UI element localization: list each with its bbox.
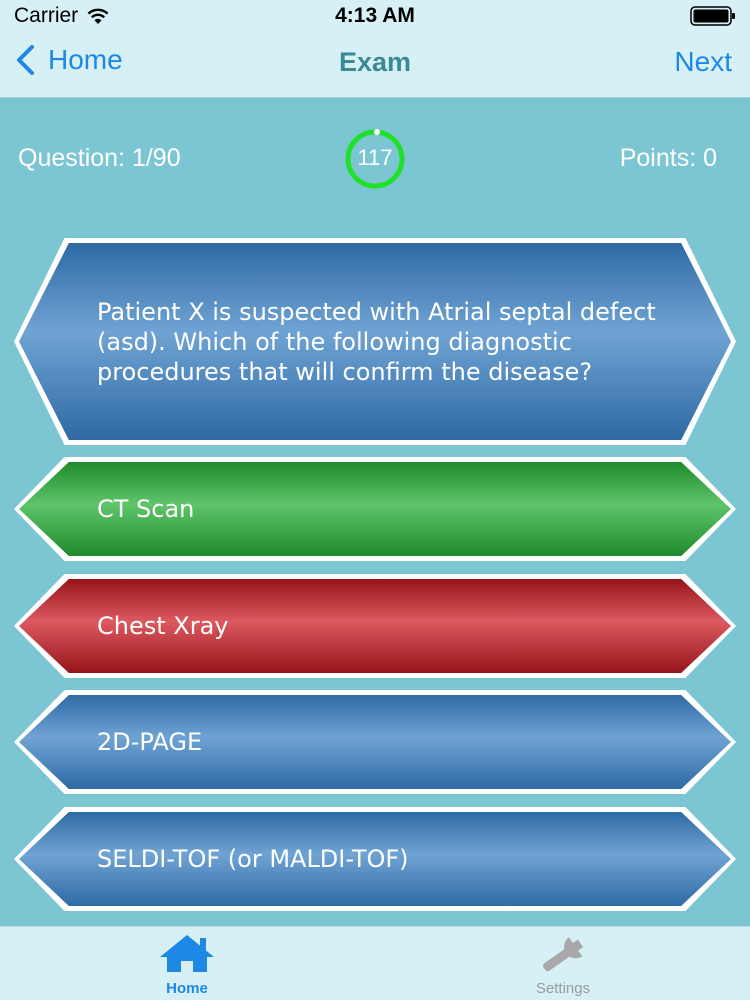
home-icon [160,935,214,972]
exam-info-row: Question: 1/90 117 Points: 0 [0,120,750,200]
timer-value: 117 [357,145,393,170]
answer-option-3[interactable]: 2D-PAGE [14,690,736,794]
answer-label: 2D-PAGE [19,695,731,789]
tab-home-label: Home [166,980,208,997]
answer-label: CT Scan [19,462,731,556]
tab-home[interactable]: Home [112,933,262,997]
chevron-left-icon [17,45,34,75]
wrench-icon [543,937,584,972]
answer-option-4[interactable]: SELDI-TOF (or MALDI-TOF) [14,807,736,911]
question-card: Patient X is suspected with Atrial septa… [14,238,736,445]
question-text: Patient X is suspected with Atrial septa… [19,243,731,440]
points-counter: Points: 0 [619,144,717,172]
question-counter: Question: 1/90 [18,144,181,172]
back-label: Home [48,44,123,75]
answer-label: SELDI-TOF (or MALDI-TOF) [19,812,731,906]
answer-option-1[interactable]: CT Scan [14,457,736,561]
status-bar: Carrier 4:13 AM [0,0,750,30]
answer-label: Chest Xray [19,579,731,673]
navigation-bar: Home Exam Next [0,30,750,98]
next-button[interactable]: Next [674,46,732,78]
clock: 4:13 AM [335,4,415,27]
countdown-timer: 117 [334,128,416,190]
back-button[interactable]: Home [14,44,123,76]
tab-settings[interactable]: Settings [488,933,638,997]
battery-icon [690,6,736,32]
tab-settings-label: Settings [535,980,591,997]
answer-option-2[interactable]: Chest Xray [14,574,736,678]
tab-bar: Home Settings [0,926,750,1000]
